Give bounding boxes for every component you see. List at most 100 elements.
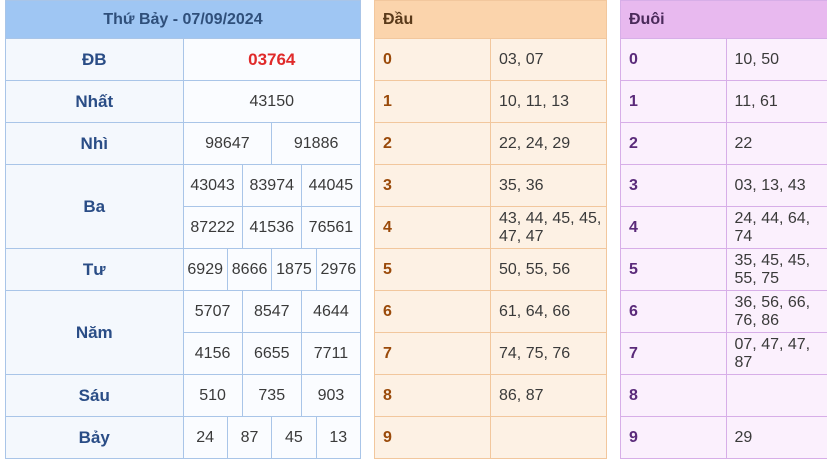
duoi-values: 24, 44, 64, 74 (725, 206, 827, 249)
prize-value: 8666 (226, 249, 271, 290)
duoi-digit: 0 (620, 38, 727, 81)
dau-header: Đầu (374, 0, 607, 39)
prize-value: 903 (300, 375, 360, 416)
duoi-digit: 6 (620, 290, 727, 333)
table-row: 6 61, 64, 66 (374, 290, 607, 333)
duoi-digit: 9 (620, 416, 727, 459)
dau-digit: 5 (374, 248, 491, 291)
results-panel: Thứ Bảy - 07/09/2024 ĐB 03764 Nhất 43150… (5, 0, 361, 459)
prize-label-ba: Ba (5, 164, 184, 249)
prize-label-nhat: Nhất (5, 80, 184, 123)
dau-digit: 7 (374, 332, 491, 375)
table-row: 4 24, 44, 64, 74 (620, 206, 827, 249)
dau-digit: 1 (374, 80, 491, 123)
prize-label-tu: Tư (5, 248, 184, 291)
table-row: 8 (620, 374, 827, 417)
prize-value: 24 (196, 428, 215, 446)
duoi-values: 35, 45, 45, 55, 75 (725, 248, 827, 291)
prize-value: 43043 (190, 176, 235, 194)
duoi-digit: 3 (620, 164, 727, 207)
dau-digit: 6 (374, 290, 491, 333)
prize-value: 6655 (241, 333, 301, 374)
prize-value: 87222 (190, 218, 235, 236)
dau-table: Đầu 0 03, 07 1 10, 11, 13 2 22, 24, 29 3 35,… (374, 0, 607, 459)
dau-values: 35, 36 (490, 164, 607, 207)
duoi-values: 36, 56, 66, 76, 86 (725, 290, 827, 333)
prize-value: 44045 (300, 165, 360, 206)
dau-digit: 2 (374, 122, 491, 165)
duoi-values: 03, 13, 43 (725, 164, 827, 207)
table-row: 2 22 (620, 122, 827, 165)
prize-label-db: ĐB (5, 38, 184, 81)
table-row: Ba 43043 83974 44045 87222 41536 76561 (5, 164, 361, 249)
table-row: Bảy 24 87 45 13 (5, 416, 361, 459)
duoi-header: Đuôi (620, 0, 827, 39)
table-row: 7 07, 47, 47, 87 (620, 332, 827, 375)
prize-value: 87 (226, 417, 271, 458)
table-row: 1 10, 11, 13 (374, 80, 607, 123)
dau-values: 22, 24, 29 (490, 122, 607, 165)
prize-value: 41536 (241, 207, 301, 248)
table-row: 4 43, 44, 45, 45, 47, 47 (374, 206, 607, 249)
prize-value: 76561 (300, 207, 360, 248)
table-row: 5 50, 55, 56 (374, 248, 607, 291)
prize-values-ba: 43043 83974 44045 87222 41536 76561 (182, 164, 361, 249)
prize-label-nhi: Nhì (5, 122, 184, 165)
prize-value: 83974 (241, 165, 301, 206)
dau-values: 86, 87 (490, 374, 607, 417)
prize-value: 2976 (315, 249, 360, 290)
dau-digit: 0 (374, 38, 491, 81)
prize-value: 5707 (194, 302, 231, 320)
table-row: Nhì 98647 91886 (5, 122, 361, 165)
prize-values-sau: 510 735 903 (182, 374, 361, 417)
results-date-title: Thứ Bảy - 07/09/2024 (5, 0, 361, 39)
table-row: 3 03, 13, 43 (620, 164, 827, 207)
duoi-values: 29 (725, 416, 827, 459)
prize-values-tu: 6929 8666 1875 2976 (182, 248, 361, 291)
table-row: 2 22, 24, 29 (374, 122, 607, 165)
prize-value: 1875 (271, 249, 315, 290)
prize-values-nhi: 98647 91886 (182, 122, 361, 165)
table-row: 7 74, 75, 76 (374, 332, 607, 375)
prize-label-nam: Năm (5, 290, 184, 375)
table-row: 6 36, 56, 66, 76, 86 (620, 290, 827, 333)
dau-values: 10, 11, 13 (490, 80, 607, 123)
prize-value: 510 (199, 386, 226, 404)
duoi-digit: 1 (620, 80, 727, 123)
duoi-digit: 8 (620, 374, 727, 417)
table-row: 5 35, 45, 45, 55, 75 (620, 248, 827, 291)
table-row: 3 35, 36 (374, 164, 607, 207)
duoi-values: 10, 50 (725, 38, 827, 81)
prize-value: 7711 (300, 333, 360, 374)
prize-value: 4644 (300, 291, 360, 332)
prize-values-nam: 5707 8547 4644 4156 6655 7711 (182, 290, 361, 375)
dau-values: 50, 55, 56 (490, 248, 607, 291)
table-row: 9 29 (620, 416, 827, 459)
table-row: Nhất 43150 (5, 80, 361, 123)
dau-digit: 9 (374, 416, 491, 459)
duoi-values: 11, 61 (725, 80, 827, 123)
results-table: Thứ Bảy - 07/09/2024 ĐB 03764 Nhất 43150… (5, 0, 361, 459)
table-row: 8 86, 87 (374, 374, 607, 417)
dau-digit: 4 (374, 206, 491, 249)
duoi-digit: 2 (620, 122, 727, 165)
prize-value: 4156 (194, 344, 231, 362)
table-row: 0 10, 50 (620, 38, 827, 81)
table-row: ĐB 03764 (5, 38, 361, 81)
duoi-digit: 5 (620, 248, 727, 291)
duoi-values: 07, 47, 47, 87 (725, 332, 827, 375)
dau-panel: Đầu 0 03, 07 1 10, 11, 13 2 22, 24, 29 3 35,… (374, 0, 607, 459)
table-row: 1 11, 61 (620, 80, 827, 123)
prize-value: 45 (271, 417, 315, 458)
table-row: 0 03, 07 (374, 38, 607, 81)
dau-values (490, 416, 607, 459)
prize-value-nhat: 43150 (182, 80, 361, 123)
prize-value: 13 (315, 417, 360, 458)
duoi-values (725, 374, 827, 417)
prize-label-sau: Sáu (5, 374, 184, 417)
table-row: 9 (374, 416, 607, 459)
prize-value: 8547 (241, 291, 301, 332)
dau-digit: 3 (374, 164, 491, 207)
table-row: Tư 6929 8666 1875 2976 (5, 248, 361, 291)
duoi-values: 22 (725, 122, 827, 165)
